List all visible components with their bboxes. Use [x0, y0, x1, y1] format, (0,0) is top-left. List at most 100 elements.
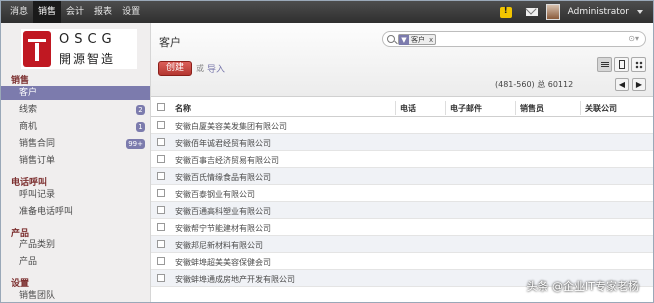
table-row[interactable]: 安徽百通高科塑业有限公司: [151, 202, 653, 219]
table-body: 安徽白厦美容美发集团有限公司 安徽佰年诚君经贸有限公司 安徽百事吉经济贸易有限公…: [151, 117, 653, 287]
count-badge: 2: [136, 105, 145, 115]
mail-icon[interactable]: [525, 8, 538, 16]
customer-name: 安徽白厦美容美发集团有限公司: [175, 122, 287, 131]
row-checkbox[interactable]: [157, 240, 165, 248]
table-row[interactable]: 安徽蚌埠超美美容保健会司: [151, 253, 653, 270]
row-checkbox[interactable]: [157, 155, 165, 163]
table-header: 名称 电话 电子邮件 销售员 关联公司: [151, 99, 653, 117]
company-logo[interactable]: OSCG 開源智造: [21, 29, 137, 69]
customer-name: 安徽百氏情缘食品有限公司: [175, 173, 271, 182]
avatar[interactable]: [545, 4, 560, 20]
row-checkbox[interactable]: [157, 138, 165, 146]
table-row[interactable]: 安徽邦尼新材料有限公司: [151, 236, 653, 253]
sidebar-item-label: 客户: [19, 88, 38, 98]
column-header-salesperson[interactable]: 销售员: [520, 103, 544, 114]
table-row[interactable]: 安徽百泰钢业有限公司: [151, 185, 653, 202]
chevron-down-icon[interactable]: [637, 10, 643, 14]
sidebar-item-sales-orders[interactable]: 销售订单: [1, 154, 150, 168]
pager-value[interactable]: (481-560) 总 60112: [495, 79, 573, 90]
menu-sales[interactable]: 销售: [33, 1, 62, 23]
table-row[interactable]: 安徽百氏情缘食品有限公司: [151, 168, 653, 185]
column-header-name[interactable]: 名称: [175, 103, 191, 114]
row-checkbox[interactable]: [157, 206, 165, 214]
pager-next-button[interactable]: ▶: [632, 78, 646, 91]
arrow-right-icon: ▶: [635, 80, 643, 89]
menu-messages[interactable]: 消息: [5, 1, 33, 23]
customer-name: 安徽百泰钢业有限公司: [175, 190, 255, 199]
row-checkbox[interactable]: [157, 274, 165, 282]
sidebar-item-sales-contracts[interactable]: 销售合同 99+: [1, 137, 150, 151]
search-input[interactable]: ▼ 客户 x ⊙▾: [382, 31, 646, 47]
sidebar-item-label: 准备电话呼叫: [19, 207, 74, 217]
customer-list-table: 名称 电话 电子邮件 销售员 关联公司 安徽白厦美容美发集团有限公司 安徽佰年诚…: [151, 99, 653, 287]
sidebar-item-label: 呼叫记录: [19, 190, 56, 200]
customer-name: 安徽帮宁节能建材有限公司: [175, 224, 271, 233]
customer-name: 安徽邦尼新材料有限公司: [175, 241, 263, 250]
column-divider: [395, 101, 396, 115]
list-icon: [601, 62, 609, 67]
sidebar-item-customers[interactable]: 客户: [1, 86, 150, 100]
app-window: 消息 销售 会计 报表 设置 Administrator OSCG 開源智造 销…: [0, 0, 654, 303]
menu-accounting[interactable]: 会计: [61, 1, 89, 23]
search-options-toggle-icon[interactable]: ⊙▾: [628, 34, 639, 43]
customer-name: 安徽蚌埠超美美容保健会司: [175, 258, 271, 267]
customer-name: 安徽佰年诚君经贸有限公司: [175, 139, 271, 148]
customer-name: 安徽百通高科塑业有限公司: [175, 207, 271, 216]
sidebar-item-products[interactable]: 产品: [1, 255, 150, 269]
count-badge: 99+: [126, 139, 145, 149]
search-facet: ▼ 客户 x: [398, 34, 437, 45]
sidebar-item-label: 产品: [19, 257, 38, 267]
column-header-parent-company[interactable]: 关联公司: [585, 103, 617, 114]
sidebar: OSCG 開源智造 销售 客户 线索 2 商机 1 销售合同 99+ 销售订单 电话呼…: [1, 23, 151, 302]
sidebar-item-scheduled-calls[interactable]: 准备电话呼叫: [1, 205, 150, 219]
row-checkbox[interactable]: [157, 189, 165, 197]
user-area: Administrator: [499, 1, 643, 23]
filter-icon: ▼: [399, 34, 409, 45]
warning-icon[interactable]: [499, 6, 512, 18]
column-header-phone[interactable]: 电话: [400, 103, 416, 114]
row-checkbox[interactable]: [157, 257, 165, 265]
sidebar-item-opportunities[interactable]: 商机 1: [1, 120, 150, 134]
menu-settings[interactable]: 设置: [117, 1, 145, 23]
sidebar-item-sales-teams[interactable]: 销售团队: [1, 289, 150, 302]
row-checkbox[interactable]: [157, 223, 165, 231]
sidebar-item-call-logs[interactable]: 呼叫记录: [1, 188, 150, 202]
view-header: 客户 ▼ 客户 x ⊙▾ 创建 或 导入 (481-560) 总 60112 ◀…: [151, 23, 653, 97]
select-all-checkbox[interactable]: [157, 103, 165, 111]
form-icon: [619, 60, 625, 69]
sidebar-item-label: 销售团队: [19, 291, 56, 301]
table-row[interactable]: 安徽帮宁节能建材有限公司: [151, 219, 653, 236]
form-view-button[interactable]: [614, 57, 629, 72]
logo-text-cn: 開源智造: [59, 52, 116, 66]
sidebar-item-label: 商机: [19, 122, 38, 132]
sidebar-item-label: 销售合同: [19, 139, 56, 149]
user-name[interactable]: Administrator: [568, 7, 629, 17]
facet-close-button[interactable]: x: [427, 36, 435, 44]
column-divider: [515, 101, 516, 115]
list-view-button[interactable]: [597, 57, 612, 72]
kanban-view-button[interactable]: [631, 57, 646, 72]
sidebar-item-label: 产品类别: [19, 240, 56, 250]
customer-name: 安徽蚌埠通成房地产开发有限公司: [175, 275, 295, 284]
table-row[interactable]: 安徽白厦美容美发集团有限公司: [151, 117, 653, 134]
sidebar-item-product-categories[interactable]: 产品类别: [1, 238, 150, 252]
row-checkbox[interactable]: [157, 172, 165, 180]
logo-mark-icon: [23, 31, 51, 67]
arrow-left-icon: ◀: [618, 80, 626, 89]
import-link[interactable]: 导入: [207, 62, 225, 75]
facet-label: 客户: [411, 35, 425, 44]
create-button[interactable]: 创建: [158, 61, 192, 76]
sidebar-section-configuration: 设置: [11, 279, 30, 289]
customer-name: 安徽百事吉经济贸易有限公司: [175, 156, 279, 165]
table-row[interactable]: 安徽百事吉经济贸易有限公司: [151, 151, 653, 168]
top-navbar: 消息 销售 会计 报表 设置 Administrator: [1, 1, 653, 23]
column-header-email[interactable]: 电子邮件: [450, 103, 482, 114]
sidebar-item-leads[interactable]: 线索 2: [1, 103, 150, 117]
pager-previous-button[interactable]: ◀: [615, 78, 629, 91]
sidebar-item-label: 销售订单: [19, 156, 56, 166]
search-icon: [387, 35, 395, 43]
row-checkbox[interactable]: [157, 121, 165, 129]
menu-reports[interactable]: 报表: [89, 1, 117, 23]
table-row[interactable]: 安徽佰年诚君经贸有限公司: [151, 134, 653, 151]
count-badge: 1: [136, 122, 145, 132]
